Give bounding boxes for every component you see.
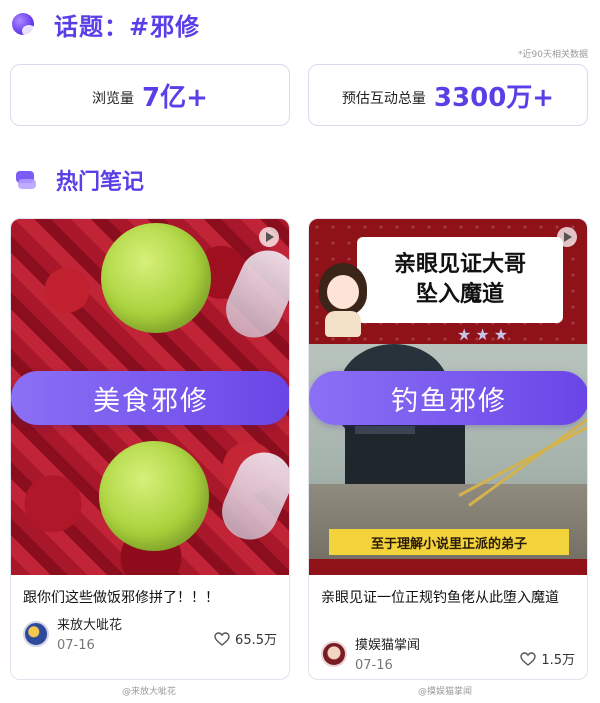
avatar[interactable] bbox=[321, 641, 347, 667]
hot-notes-header: 热门笔记 bbox=[14, 164, 144, 196]
lime-image bbox=[101, 223, 211, 333]
note-title[interactable]: 跟你们这些做饭邪修拼了！！！ bbox=[23, 587, 279, 609]
heart-icon bbox=[520, 651, 537, 666]
video-play-icon bbox=[259, 227, 279, 247]
author-name[interactable]: 来放大呲花 bbox=[57, 617, 122, 635]
image-credit: @摸娱猫掌闻 bbox=[418, 687, 473, 697]
author-info[interactable]: 摸娱猫掌闻 07-16 bbox=[321, 637, 420, 677]
cartoon-girl-image bbox=[315, 259, 371, 337]
section-title: 热门笔记 bbox=[56, 170, 145, 195]
topic-logo-icon bbox=[12, 13, 36, 37]
interactions-value: 3300万+ bbox=[433, 82, 555, 113]
author-name[interactable]: 摸娱猫掌闻 bbox=[355, 637, 420, 655]
post-date: 07-16 bbox=[57, 638, 95, 653]
lime-image bbox=[99, 441, 209, 551]
note-card-fishing[interactable]: 亲眼见证大哥 坠入魔道 ★★★ 至于理解小说里正派的弟子 钓鱼邪修 亲眼见证一位… bbox=[308, 218, 588, 680]
category-pill: 美食邪修 bbox=[11, 371, 289, 425]
data-range-note: *近90天相关数据 bbox=[518, 50, 588, 60]
layers-icon bbox=[14, 168, 38, 192]
topic-title: 话题：#邪修 bbox=[54, 12, 201, 41]
cover-red-banner: 亲眼见证大哥 坠入魔道 ★★★ bbox=[309, 219, 587, 344]
like-count[interactable]: 65.5万 bbox=[214, 629, 277, 648]
video-play-icon bbox=[557, 227, 577, 247]
cover-subtitle: 至于理解小说里正派的弟子 bbox=[329, 529, 569, 555]
topic-header: 话题：#邪修 bbox=[12, 8, 201, 41]
glove-image bbox=[217, 241, 289, 347]
glove-image bbox=[213, 443, 289, 549]
cover-headline-line: 亲眼见证大哥 bbox=[393, 252, 526, 277]
note-cover-image[interactable]: 美食邪修 bbox=[11, 219, 289, 575]
views-stat-card: 浏览量 7亿+ bbox=[10, 64, 290, 126]
note-title[interactable]: 亲眼见证一位正规钓鱼佬从此堕入魔道 bbox=[321, 587, 577, 609]
cover-headline-line: 坠入魔道 bbox=[415, 282, 504, 307]
cover-headline-box: 亲眼见证大哥 坠入魔道 bbox=[357, 237, 563, 323]
avatar[interactable] bbox=[23, 621, 49, 647]
like-count-value: 1.5万 bbox=[541, 653, 575, 668]
post-date: 07-16 bbox=[355, 658, 393, 673]
star-decoration: ★★★ bbox=[457, 325, 513, 344]
author-info[interactable]: 来放大呲花 07-16 bbox=[23, 617, 122, 657]
note-card-food[interactable]: 美食邪修 跟你们这些做饭邪修拼了！！！ 来放大呲花 07-16 65.5万 bbox=[10, 218, 290, 680]
views-value: 7亿+ bbox=[142, 82, 208, 113]
like-count-value: 65.5万 bbox=[235, 633, 277, 648]
image-credit: @来放大呲花 bbox=[122, 687, 177, 697]
views-label: 浏览量 bbox=[92, 91, 135, 107]
interactions-label: 预估互动总量 bbox=[341, 91, 426, 107]
note-cover-image[interactable]: 亲眼见证大哥 坠入魔道 ★★★ 至于理解小说里正派的弟子 钓鱼邪修 bbox=[309, 219, 587, 575]
like-count[interactable]: 1.5万 bbox=[520, 649, 575, 668]
interactions-stat-card: 预估互动总量 3300万+ bbox=[308, 64, 588, 126]
heart-icon bbox=[214, 631, 230, 646]
category-pill: 钓鱼邪修 bbox=[309, 371, 587, 425]
